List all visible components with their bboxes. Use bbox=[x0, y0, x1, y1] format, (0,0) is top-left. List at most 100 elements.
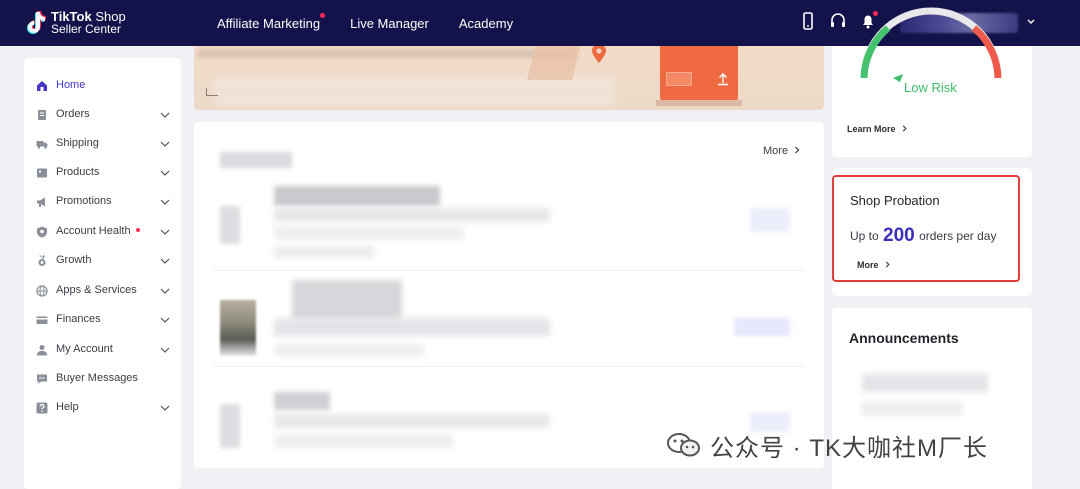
sidebar-item-growth[interactable]: Growth bbox=[24, 249, 181, 273]
promo-banner[interactable] bbox=[194, 46, 824, 110]
package-shadow bbox=[656, 100, 742, 106]
probation-order-limit: 200 bbox=[883, 225, 915, 246]
probation-title: Shop Probation bbox=[850, 193, 940, 208]
tiktok-shop-logo[interactable]: TikTok Shop Seller Center bbox=[24, 7, 144, 39]
chevron-down-icon bbox=[160, 141, 170, 147]
chevron-down-icon bbox=[160, 229, 170, 235]
sidebar-item-shipping[interactable]: Shipping bbox=[24, 132, 181, 156]
chevron-down-icon bbox=[160, 317, 170, 323]
orders-icon bbox=[38, 110, 46, 120]
blurred-text bbox=[274, 392, 330, 410]
sidebar-item-account-health[interactable]: Account Health bbox=[24, 220, 181, 244]
user-icon bbox=[37, 345, 47, 356]
more-link[interactable]: More bbox=[763, 145, 801, 157]
blurred-action[interactable] bbox=[734, 318, 790, 336]
sidebar-item-label: Buyer Messages bbox=[56, 372, 138, 384]
topnav-label: Live Manager bbox=[350, 15, 429, 31]
topnav-academy[interactable]: Academy bbox=[459, 16, 513, 31]
chevron-right-icon bbox=[902, 125, 907, 132]
chevron-down-icon[interactable] bbox=[1024, 15, 1038, 29]
blurred-thumbnail bbox=[220, 300, 256, 356]
sidebar-item-label: Products bbox=[56, 166, 100, 178]
learn-more-link[interactable]: Learn More bbox=[847, 124, 908, 134]
probation-prefix: Up to bbox=[850, 229, 879, 243]
main-content-card: More bbox=[194, 122, 824, 468]
notification-dot bbox=[135, 228, 140, 233]
truck-icon bbox=[36, 141, 48, 149]
gauge-pointer-icon bbox=[893, 74, 903, 82]
sidebar-item-label: Apps & Services bbox=[56, 284, 137, 296]
announcements-title: Announcements bbox=[849, 330, 959, 346]
sidebar-item-label-wrap: Account Health bbox=[56, 225, 140, 237]
wechat-icon bbox=[667, 433, 700, 457]
chevron-down-icon bbox=[160, 258, 170, 264]
probation-more-link[interactable]: More bbox=[857, 260, 891, 270]
sidebar-item-my-account[interactable]: My Account bbox=[24, 338, 181, 362]
sidebar-item-products[interactable]: Products bbox=[24, 161, 181, 185]
logo-subtitle: Seller Center bbox=[51, 22, 122, 36]
topnav-label: Affiliate Marketing bbox=[217, 15, 321, 31]
chat-icon bbox=[37, 374, 47, 384]
sidebar-item-label: Shipping bbox=[56, 137, 99, 149]
blurred-text bbox=[274, 414, 550, 428]
blurred-text bbox=[274, 208, 550, 222]
sidebar-item-label: Growth bbox=[56, 254, 92, 266]
blurred-text bbox=[274, 344, 424, 356]
sidebar: Home Orders Shipping Products Promotions bbox=[24, 58, 181, 489]
blurred-announcement[interactable] bbox=[862, 402, 962, 416]
wechat-watermark: 公众号 · TK大咖社M厂长 bbox=[666, 430, 988, 462]
topnav-affiliate-marketing[interactable]: Affiliate Marketing bbox=[217, 12, 326, 31]
chevron-down-icon bbox=[160, 112, 170, 118]
blurred-action[interactable] bbox=[750, 208, 790, 232]
chevron-down-icon bbox=[160, 405, 170, 411]
sidebar-item-buyer-messages[interactable]: Buyer Messages bbox=[24, 367, 181, 391]
watermark-text: 公众号 · TK大咖社M厂长 bbox=[710, 434, 988, 462]
blurred-text bbox=[274, 186, 440, 206]
more-label: More bbox=[763, 145, 789, 157]
package-illustration bbox=[660, 46, 738, 100]
headset-icon[interactable] bbox=[830, 12, 846, 30]
learn-more-label: Learn More bbox=[847, 124, 896, 134]
topnav-label: Academy bbox=[458, 15, 514, 31]
sidebar-item-home[interactable]: Home bbox=[24, 74, 181, 98]
row-divider bbox=[214, 366, 804, 367]
sidebar-item-label: Promotions bbox=[56, 195, 112, 207]
shop-probation-card: Shop Probation Up to 200 orders per day … bbox=[832, 175, 1020, 282]
sidebar-item-label: Help bbox=[56, 401, 79, 413]
megaphone-icon bbox=[37, 197, 45, 207]
sidebar-item-help[interactable]: Help bbox=[24, 396, 181, 420]
blurred-text bbox=[274, 246, 374, 258]
tiktok-note-icon bbox=[27, 11, 46, 34]
sidebar-item-label: Orders bbox=[56, 108, 90, 120]
notification-dot bbox=[320, 12, 326, 18]
sidebar-item-promotions[interactable]: Promotions bbox=[24, 190, 181, 214]
sidebar-item-orders[interactable]: Orders bbox=[24, 103, 181, 127]
sidebar-item-label: Finances bbox=[56, 313, 101, 325]
account-risk-card: Low Risk Learn More bbox=[832, 7, 1032, 157]
blurred-announcement[interactable] bbox=[862, 374, 988, 392]
blurred-text bbox=[274, 226, 464, 240]
sidebar-item-label: Home bbox=[56, 79, 86, 91]
sidebar-item-label: Account Health bbox=[56, 225, 131, 237]
mobile-icon[interactable] bbox=[800, 12, 816, 30]
products-icon bbox=[37, 168, 47, 178]
banner-blurred-title bbox=[198, 49, 576, 58]
sidebar-item-label: My Account bbox=[56, 343, 113, 355]
probation-suffix: orders per day bbox=[919, 229, 997, 243]
top-navigation: Affiliate Marketing Live Manager Academy bbox=[217, 0, 543, 46]
blurred-thumbnail bbox=[220, 206, 240, 244]
chevron-down-icon bbox=[160, 347, 170, 353]
blurred-text bbox=[274, 434, 454, 448]
banner-corner-mark bbox=[206, 88, 218, 96]
topnav-live-manager[interactable]: Live Manager bbox=[350, 16, 429, 31]
sidebar-item-apps-services[interactable]: Apps & Services bbox=[24, 279, 181, 303]
sidebar-item-finances[interactable]: Finances bbox=[24, 308, 181, 332]
chevron-right-icon bbox=[885, 261, 890, 268]
chevron-right-icon bbox=[795, 146, 800, 154]
banner-decoration bbox=[527, 46, 582, 80]
logo-text: TikTok Shop Seller Center bbox=[51, 10, 126, 36]
chevron-down-icon bbox=[160, 199, 170, 205]
help-icon bbox=[36, 402, 48, 414]
banner-blurred-area bbox=[214, 76, 614, 106]
blurred-text bbox=[292, 280, 402, 320]
